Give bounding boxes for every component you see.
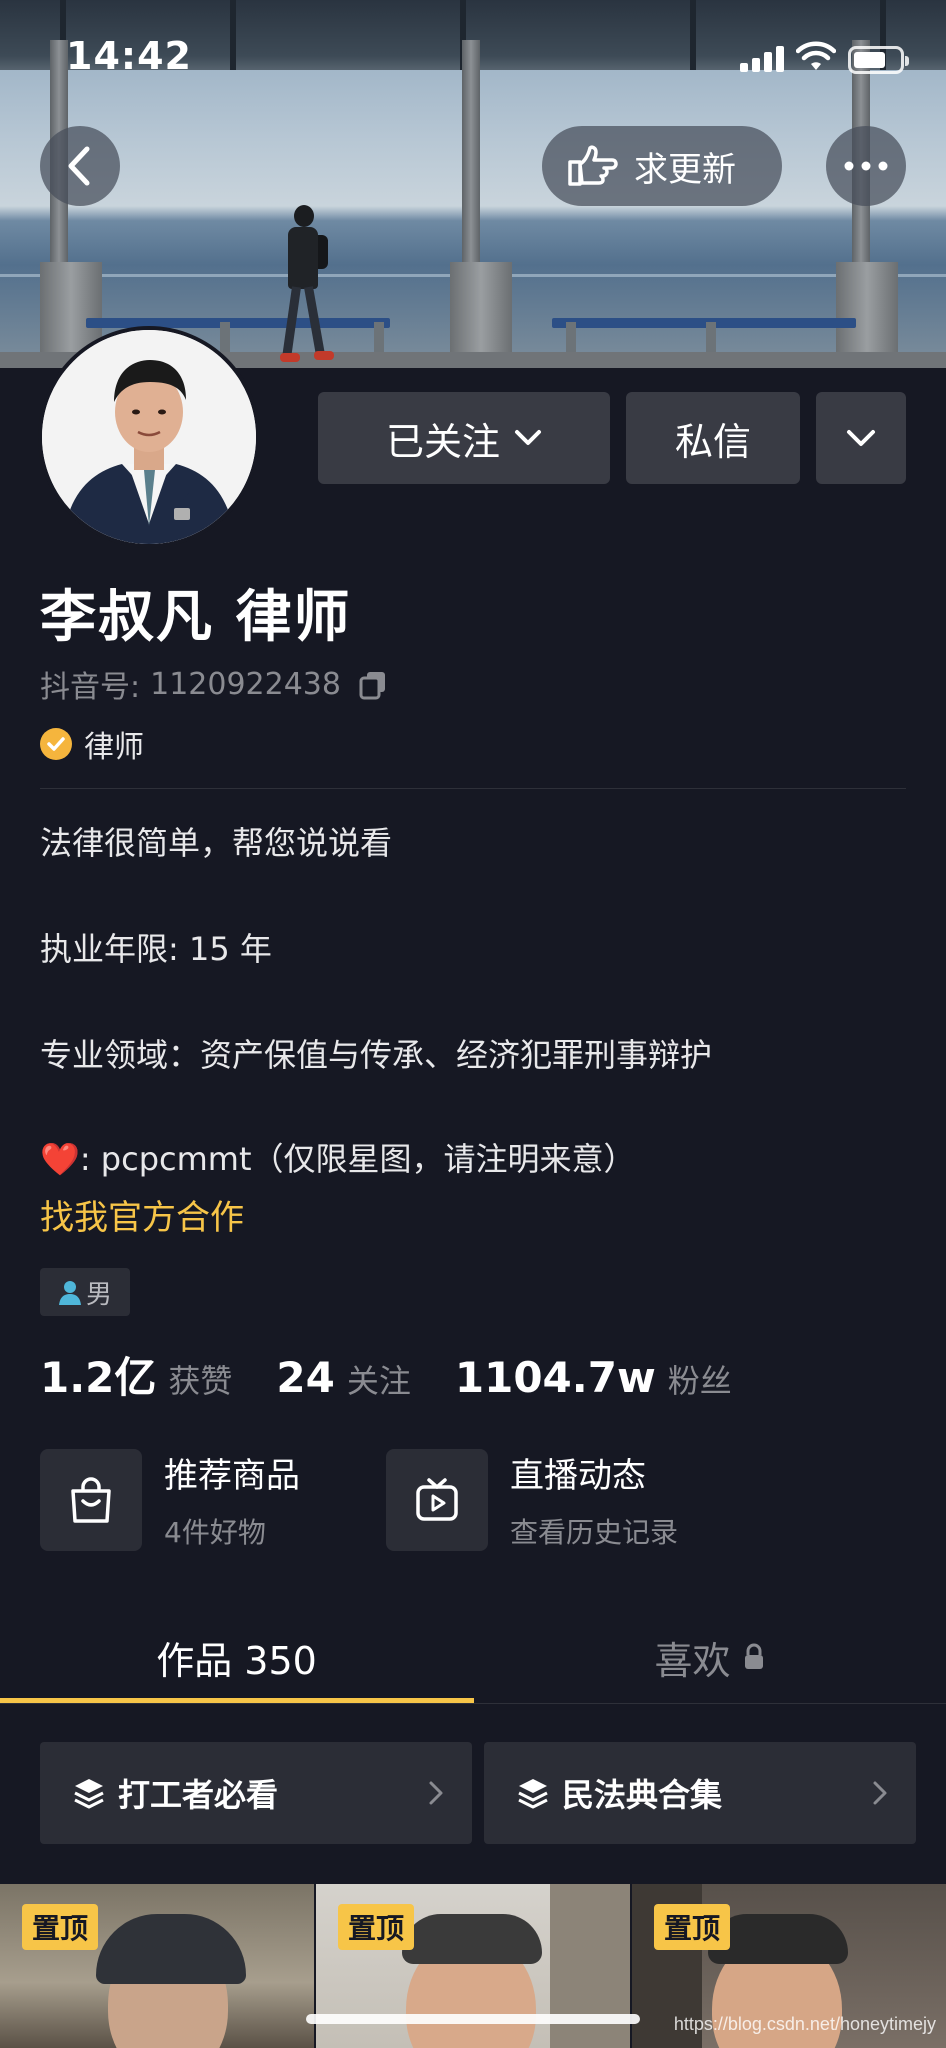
follow-button[interactable]: 已关注 bbox=[318, 392, 610, 484]
more-options-button[interactable] bbox=[826, 126, 906, 206]
gender-tag: 男 bbox=[40, 1268, 130, 1316]
follow-label: 已关注 bbox=[385, 419, 500, 464]
video-thumbnail[interactable]: 置顶 bbox=[0, 1884, 314, 2048]
douyin-id-label: 抖音号: bbox=[40, 670, 141, 705]
bio-line: ❤️: pcpcmmt（仅限星图，请注明来意） bbox=[40, 1134, 636, 1180]
bio-line: 专业领域：资产保值与传承、经济犯罪刑事辩护 bbox=[40, 1036, 713, 1074]
pinned-badge: 置顶 bbox=[22, 1904, 99, 1950]
profile-tabs: 作品 350 喜欢 bbox=[0, 1610, 946, 1704]
following-label[interactable]: 关注 bbox=[347, 1356, 411, 1402]
layers-icon bbox=[518, 1779, 548, 1809]
message-button[interactable]: 私信 bbox=[626, 392, 800, 484]
tab-likes[interactable]: 喜欢 bbox=[473, 1610, 946, 1704]
official-cooperation-link[interactable]: 找我官方合作 bbox=[40, 1190, 244, 1239]
shopping-bag-icon bbox=[40, 1448, 142, 1551]
status-time: 14:42 bbox=[66, 34, 192, 78]
followers-count[interactable]: 1104.7w bbox=[455, 1353, 656, 1402]
verification: 律师 bbox=[40, 722, 144, 766]
cover-bench bbox=[552, 318, 856, 328]
signal-icon bbox=[740, 46, 786, 72]
tv-play-icon bbox=[386, 1448, 488, 1551]
profile-name: 李叔凡 律师 bbox=[40, 585, 352, 650]
chevron-down-icon bbox=[847, 430, 875, 446]
chevron-down-icon bbox=[515, 430, 541, 445]
collection-label: 打工者必看 bbox=[118, 1776, 279, 1814]
verification-label: 律师 bbox=[84, 730, 144, 765]
chevron-right-icon bbox=[873, 1781, 887, 1805]
collection-label: 民法典合集 bbox=[562, 1776, 723, 1814]
chevron-left-icon bbox=[68, 146, 90, 186]
lock-icon bbox=[744, 1643, 763, 1669]
live-title: 直播动态 bbox=[510, 1456, 646, 1496]
video-figure-hair bbox=[402, 1914, 542, 1964]
heart-emoji: ❤️ bbox=[40, 1140, 80, 1178]
douyin-id-value: 1120922438 bbox=[150, 666, 341, 702]
layers-icon bbox=[74, 1779, 104, 1809]
live-updates-card[interactable]: 直播动态 查看历史记录 bbox=[386, 1448, 678, 1551]
bio-line: 执业年限: 15 年 bbox=[40, 930, 272, 968]
divider bbox=[40, 788, 906, 789]
products-title: 推荐商品 bbox=[164, 1456, 300, 1496]
ellipsis-icon bbox=[844, 161, 888, 171]
battery-icon bbox=[848, 46, 909, 74]
pinned-badge: 置顶 bbox=[338, 1904, 415, 1950]
avatar-image bbox=[42, 330, 256, 544]
avatar[interactable] bbox=[38, 326, 260, 548]
gender-label: 男 bbox=[85, 1279, 112, 1310]
video-figure-cap bbox=[96, 1914, 246, 1984]
collection-card[interactable]: 民法典合集 bbox=[484, 1742, 916, 1844]
douyin-id: 抖音号: 1120922438 bbox=[40, 662, 389, 706]
pinned-badge: 置顶 bbox=[654, 1904, 731, 1950]
battery-level bbox=[854, 52, 885, 68]
message-label: 私信 bbox=[674, 419, 751, 464]
followers-label[interactable]: 粉丝 bbox=[668, 1356, 732, 1402]
chevron-right-icon bbox=[429, 1781, 443, 1805]
male-user-icon bbox=[58, 1281, 81, 1305]
tab-works[interactable]: 作品 350 bbox=[0, 1610, 473, 1704]
avatar-portrait bbox=[42, 330, 256, 544]
status-bar: 14:42 bbox=[0, 0, 946, 116]
likes-count[interactable]: 1.2亿 bbox=[40, 1344, 156, 1405]
verified-badge-icon bbox=[40, 728, 72, 760]
active-tab-indicator bbox=[0, 1698, 474, 1703]
request-update-button[interactable]: 求更新 bbox=[542, 126, 782, 206]
request-update-label: 求更新 bbox=[634, 149, 736, 190]
following-count[interactable]: 24 bbox=[276, 1353, 334, 1402]
recommend-dropdown-button[interactable] bbox=[816, 392, 906, 484]
pointing-hand-icon bbox=[568, 145, 618, 186]
tab-works-label: 作品 350 bbox=[156, 1638, 317, 1683]
stats-row: 1.2亿 获赞 24 关注 1104.7w 粉丝 bbox=[40, 1344, 776, 1405]
watermark: https://blog.csdn.net/honeytimejy bbox=[673, 2014, 936, 2034]
live-subtitle: 查看历史记录 bbox=[510, 1516, 679, 1549]
home-indicator[interactable] bbox=[306, 2014, 640, 2024]
wifi-icon bbox=[796, 41, 836, 70]
likes-label[interactable]: 获赞 bbox=[168, 1356, 232, 1402]
tab-likes-label: 喜欢 bbox=[654, 1638, 731, 1683]
back-button[interactable] bbox=[40, 126, 120, 206]
collection-card[interactable]: 打工者必看 bbox=[40, 1742, 472, 1844]
copy-icon[interactable] bbox=[357, 668, 389, 700]
bio-contact: : pcpcmmt（仅限星图，请注明来意） bbox=[79, 1140, 636, 1178]
recommended-products-card[interactable]: 推荐商品 4件好物 bbox=[40, 1448, 300, 1551]
bio-line: 法律很简单，帮您说说看 bbox=[40, 824, 393, 862]
products-subtitle: 4件好物 bbox=[164, 1516, 266, 1549]
